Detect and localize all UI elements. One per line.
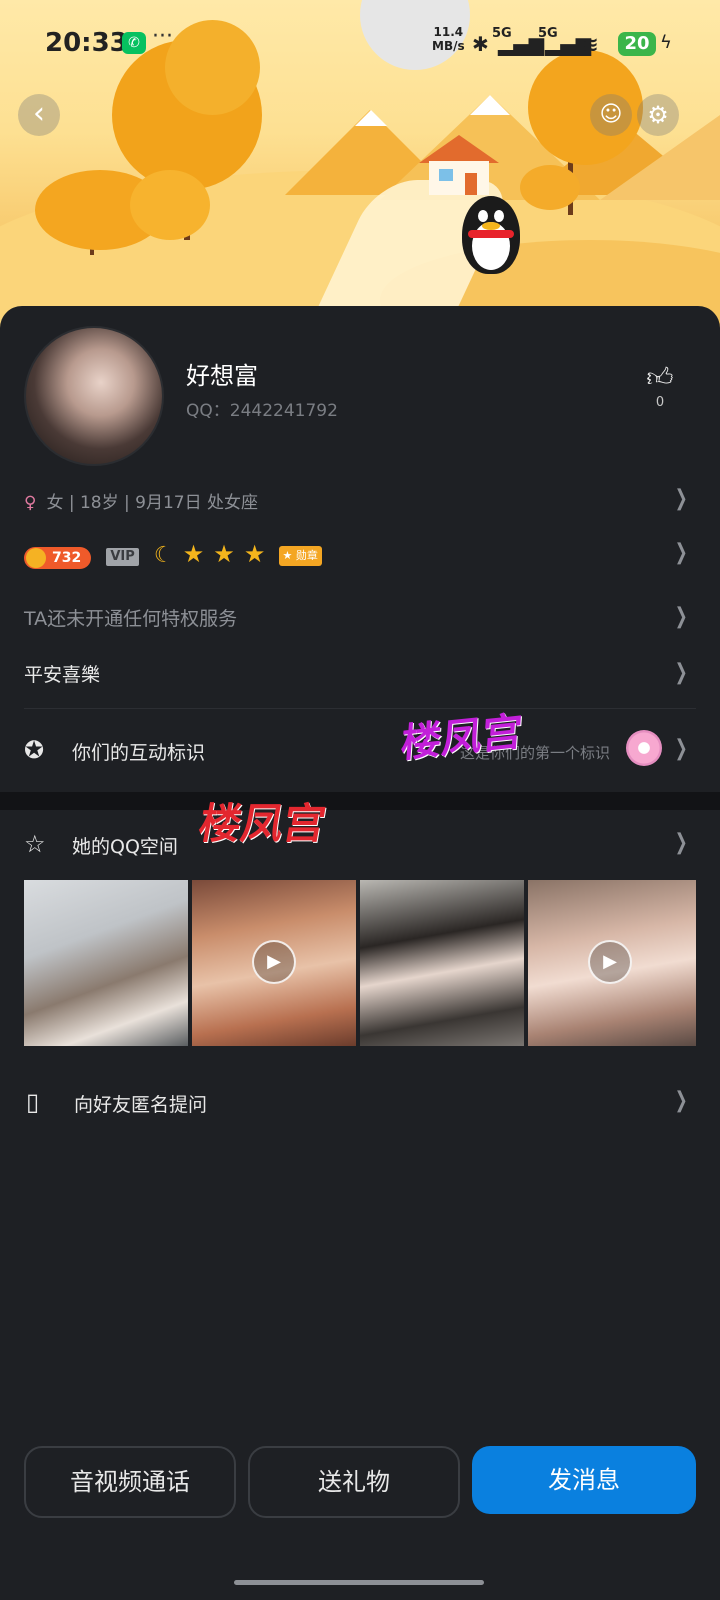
av-call-button[interactable]: 音视频通话: [24, 1446, 236, 1518]
watermark: 楼凤宫: [195, 799, 330, 848]
anonymous-question-label: 向好友匿名提问: [74, 1094, 208, 1116]
section-separator: [0, 792, 720, 810]
level-badges-row[interactable]: 732 VIP ☾ ★ ★ ★ ★ 勋章 ❯: [0, 526, 720, 582]
bluetooth-icon: ✱: [472, 32, 489, 56]
star-outline-icon: ☆: [24, 830, 46, 858]
qzone-photo[interactable]: [24, 880, 188, 1046]
network-speed: 11.4 MB/s: [432, 25, 465, 53]
chevron-right-icon: ❯: [674, 486, 688, 511]
status-bar: 20:33 ✆ ··· 11.4 MB/s ✱ 5G ▂▄▆ 5G ▂▄▆ ≋ 2…: [0, 18, 720, 66]
badge-icon: ✪: [24, 736, 45, 764]
like-count: 0: [655, 395, 665, 410]
tree-illustration: [130, 170, 210, 240]
badges: 732 VIP ☾ ★ ★ ★ ★ 勋章: [24, 540, 322, 569]
chevron-right-icon: ❯: [674, 540, 688, 565]
chevron-right-icon: ❯: [674, 1088, 688, 1113]
nickname: 好想富: [186, 362, 258, 390]
signature-text: 平安喜樂: [24, 664, 101, 686]
charging-icon: ϟ: [660, 32, 672, 53]
thumbs-up-icon: 👍︎: [646, 363, 674, 393]
more-notifications-icon: ···: [152, 24, 173, 49]
qzone-row[interactable]: ☆ 她的QQ空间 ❯: [0, 816, 720, 872]
house-illustration: [419, 135, 499, 195]
avatar[interactable]: [24, 326, 164, 466]
basic-info: ♀ 女 | 18岁 | 9月17日 处女座: [24, 488, 258, 513]
chevron-right-icon: ❯: [674, 736, 688, 761]
back-button[interactable]: ‹: [18, 94, 60, 136]
pet-button[interactable]: ☺: [590, 94, 632, 136]
interaction-label: 你们的互动标识: [72, 742, 206, 764]
ghost-icon: ▯: [26, 1088, 40, 1116]
snow-cap: [470, 95, 510, 115]
send-message-button[interactable]: 发消息: [472, 1446, 696, 1514]
qzone-photos: ▶ ▶: [24, 880, 696, 1046]
privilege-text: TA还未开通任何特权服务: [24, 608, 238, 630]
snow-cap: [355, 110, 387, 126]
play-icon: ▶: [252, 940, 296, 984]
flower-icon: [626, 730, 662, 766]
privilege-row[interactable]: TA还未开通任何特权服务 ❯: [0, 590, 720, 646]
moon-level-icon: ☾: [153, 543, 174, 568]
clock: 20:33: [45, 28, 128, 58]
tree-illustration: [520, 165, 580, 210]
interaction-row[interactable]: ✪ 你们的互动标识 这是你们的第一个标识 ❯: [0, 722, 720, 778]
star-level-icon: ★: [182, 540, 205, 568]
settings-button[interactable]: ⚙: [637, 94, 679, 136]
play-icon: ▶: [588, 940, 632, 984]
qzone-video[interactable]: ▶: [528, 880, 696, 1046]
star-level-icon: ★: [243, 540, 266, 568]
gear-icon: ⚙: [647, 101, 669, 129]
qzone-label: 她的QQ空间: [72, 836, 178, 858]
star-level-icon: ★: [213, 540, 235, 568]
battery-indicator: 20: [618, 32, 656, 56]
qq-penguin-mascot: [462, 196, 520, 274]
signature-row[interactable]: 平安喜樂 ❯: [0, 646, 720, 702]
basic-info-row[interactable]: ♀ 女 | 18岁 | 9月17日 处女座 ❯: [0, 472, 720, 528]
like-button[interactable]: 👍︎ 0: [642, 362, 678, 410]
coin-badge: 732: [24, 547, 92, 569]
qzone-video[interactable]: ▶: [192, 880, 356, 1046]
medal-badge: ★ 勋章: [278, 546, 322, 566]
chevron-right-icon: ❯: [674, 604, 688, 629]
anonymous-question-row[interactable]: ▯ 向好友匿名提问 ❯: [0, 1074, 720, 1130]
qq-number: QQ：2442241792: [186, 401, 338, 421]
send-gift-button[interactable]: 送礼物: [248, 1446, 460, 1518]
home-indicator[interactable]: [234, 1580, 484, 1585]
female-icon: ♀: [24, 493, 37, 513]
divider: [24, 708, 696, 709]
wechat-notification-icon: ✆: [122, 32, 146, 54]
pet-face-icon: ☺: [599, 102, 623, 127]
chevron-right-icon: ❯: [674, 660, 688, 685]
wifi-icon: ≋: [582, 32, 599, 56]
basic-info-text: 女 | 18岁 | 9月17日 处女座: [46, 493, 259, 513]
qzone-photo[interactable]: [360, 880, 524, 1046]
vip-badge: VIP: [106, 548, 139, 566]
back-chevron-icon: ‹: [33, 96, 45, 131]
chevron-right-icon: ❯: [674, 830, 688, 855]
